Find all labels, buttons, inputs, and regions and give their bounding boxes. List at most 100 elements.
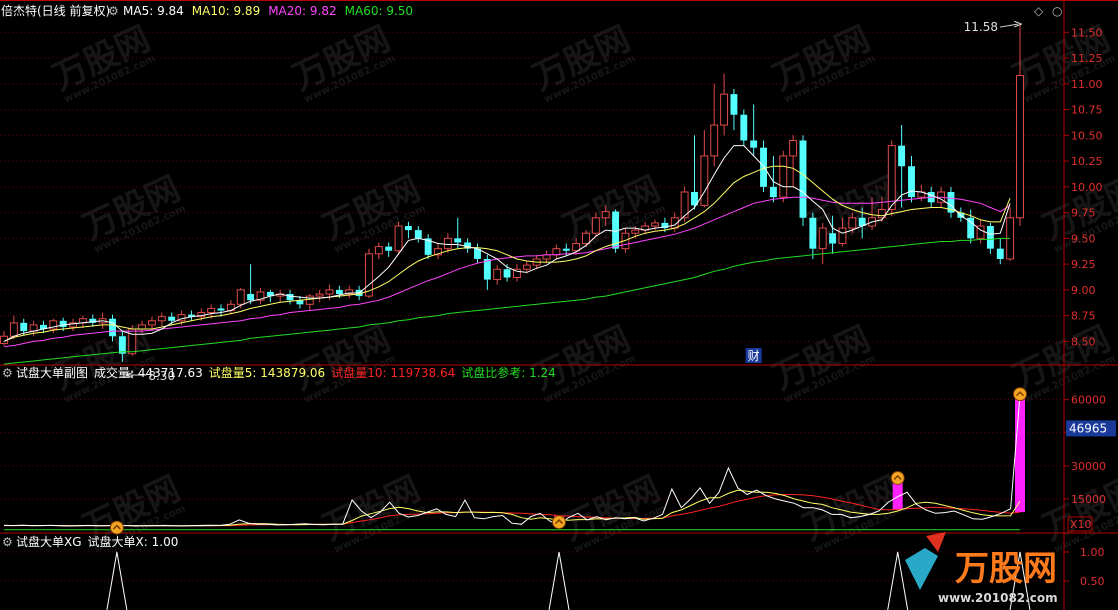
- ma10-value: 9.89: [233, 4, 260, 18]
- candle-body: [20, 322, 28, 332]
- candle-body: [720, 93, 729, 126]
- ma20-value: 9.82: [310, 4, 337, 18]
- candle-body: [148, 320, 156, 326]
- y-tick-label: 60000: [1071, 394, 1106, 407]
- candle-body: [483, 258, 491, 280]
- signal-value: 1.00: [152, 535, 179, 549]
- candle-body: [394, 225, 403, 252]
- volume-settings-icon[interactable]: ⚙: [2, 366, 13, 380]
- y-tick-label: 10.00: [1071, 181, 1103, 194]
- candle-body: [128, 328, 137, 355]
- scale-label: X10: [1070, 518, 1092, 531]
- candle-body: [700, 155, 709, 206]
- signal-circle: [1013, 387, 1027, 402]
- candle-body: [374, 246, 383, 255]
- candle-body: [848, 217, 857, 229]
- y-tick-label: 9.50: [1071, 232, 1096, 245]
- candle-body: [315, 293, 324, 297]
- y-tick-label: 1.00: [1080, 546, 1105, 559]
- candle-body: [385, 246, 393, 251]
- y-tick-label: 11.25: [1071, 52, 1103, 65]
- signal-indicators: 试盘大单XG 试盘大单X: 1.00: [16, 534, 178, 549]
- candle-body: [1016, 75, 1024, 219]
- vol-ratio-value: 1.24: [529, 366, 556, 380]
- volume-indicators: 试盘大单副图 成交量: 443717.63 试盘量5: 143879.06 试盘量10…: [16, 365, 556, 380]
- y-tick-label: 10.75: [1071, 104, 1103, 117]
- ma5-label: MA5:: [123, 4, 157, 18]
- candle-body: [493, 268, 502, 281]
- close-icon[interactable]: ○: [1052, 4, 1062, 18]
- settings-icon[interactable]: ⚙: [108, 4, 119, 18]
- candle-body: [118, 336, 126, 354]
- stock-title: 倍杰特(日线 前复权): [1, 3, 110, 18]
- signal-settings-icon[interactable]: ⚙: [2, 535, 13, 549]
- candle-body: [710, 124, 719, 157]
- candle-body: [887, 145, 896, 211]
- signal-icon: [1013, 387, 1027, 402]
- candle-body: [404, 226, 412, 231]
- candle-body: [207, 307, 216, 314]
- chart-stage: 万股网www.201082.com 万股网www.201082.com 万股网www…: [0, 0, 1118, 610]
- candle-body: [443, 237, 452, 250]
- ma10-label: MA10:: [192, 4, 234, 18]
- candle-body: [809, 217, 817, 249]
- high-arrow-head: >: [1013, 17, 1023, 31]
- ma20-label: MA20:: [268, 4, 310, 18]
- ma60-value: 9.50: [386, 4, 413, 18]
- vol-ma10-label: 试盘量10:: [331, 365, 390, 380]
- y-tick-label: 10.25: [1071, 155, 1103, 168]
- vol-ma5-value: 143879.06: [260, 366, 325, 380]
- signal-icon: [890, 470, 905, 485]
- y-tick-label: 9.00: [1071, 284, 1096, 297]
- candle-body: [325, 289, 334, 295]
- y-tick-label: 0.50: [1080, 575, 1105, 588]
- event-label: 财: [748, 349, 760, 363]
- candle-body: [247, 294, 255, 301]
- candle-body: [217, 308, 225, 311]
- volume-panel-name: 试盘大单副图: [16, 365, 88, 380]
- signal-bar: [1015, 390, 1025, 513]
- candle-body: [59, 320, 67, 327]
- signal-icon: [552, 515, 567, 530]
- candle-body: [572, 243, 581, 252]
- candle-body: [305, 295, 314, 305]
- signal-circle: [552, 515, 567, 530]
- diamond-icon[interactable]: ◇: [1034, 4, 1044, 18]
- volume-label: 成交量:: [94, 365, 138, 380]
- event-marker[interactable]: 财: [745, 348, 762, 363]
- scale-marker: X10: [1067, 516, 1093, 532]
- price-indicators: MA5: 9.84 MA10: 9.89 MA20: 9.82 MA60: 9.50: [123, 4, 413, 18]
- signal-icon: [109, 520, 124, 535]
- candle-body: [601, 211, 610, 219]
- y-tick-label: 11.50: [1071, 26, 1103, 39]
- y-tick-label: 30000: [1071, 460, 1106, 473]
- volume-panel-header: ⚙ 试盘大单副图 成交量: 443717.63 试盘量5: 143879.06 试盘量…: [2, 365, 556, 380]
- candle-body: [750, 140, 758, 148]
- candle-body: [109, 318, 116, 337]
- signal-circle: [890, 470, 905, 485]
- y-tick-label: 8.50: [1071, 335, 1096, 348]
- signal-circle: [109, 520, 124, 535]
- high-price-label: 11.58: [964, 20, 998, 34]
- candle-body: [986, 226, 994, 249]
- candle-body: [552, 248, 561, 256]
- y-tick-label: 9.75: [1071, 207, 1096, 220]
- brand-name: 万股网: [955, 549, 1057, 589]
- candle-body: [454, 238, 462, 243]
- candle-body: [651, 222, 659, 227]
- vol-ma5-label: 试盘量5:: [209, 365, 261, 380]
- y-tick-label: 11.00: [1071, 78, 1103, 91]
- y-tick-label: 10.50: [1071, 129, 1103, 142]
- candle-body: [898, 145, 906, 167]
- y-tick-label: 9.25: [1071, 258, 1096, 271]
- signal-panel-name: 试盘大单XG: [16, 534, 82, 549]
- ma60-label: MA60:: [345, 4, 387, 18]
- candle-body: [503, 269, 511, 278]
- signal-label: 试盘大单X:: [88, 534, 152, 549]
- candle-body: [631, 229, 640, 234]
- signal-panel-header: ⚙ 试盘大单XG 试盘大单X: 1.00: [2, 534, 178, 549]
- candle-body: [789, 139, 798, 157]
- candle-body: [730, 94, 738, 115]
- ma5-value: 9.84: [157, 4, 184, 18]
- candle-body: [286, 294, 294, 301]
